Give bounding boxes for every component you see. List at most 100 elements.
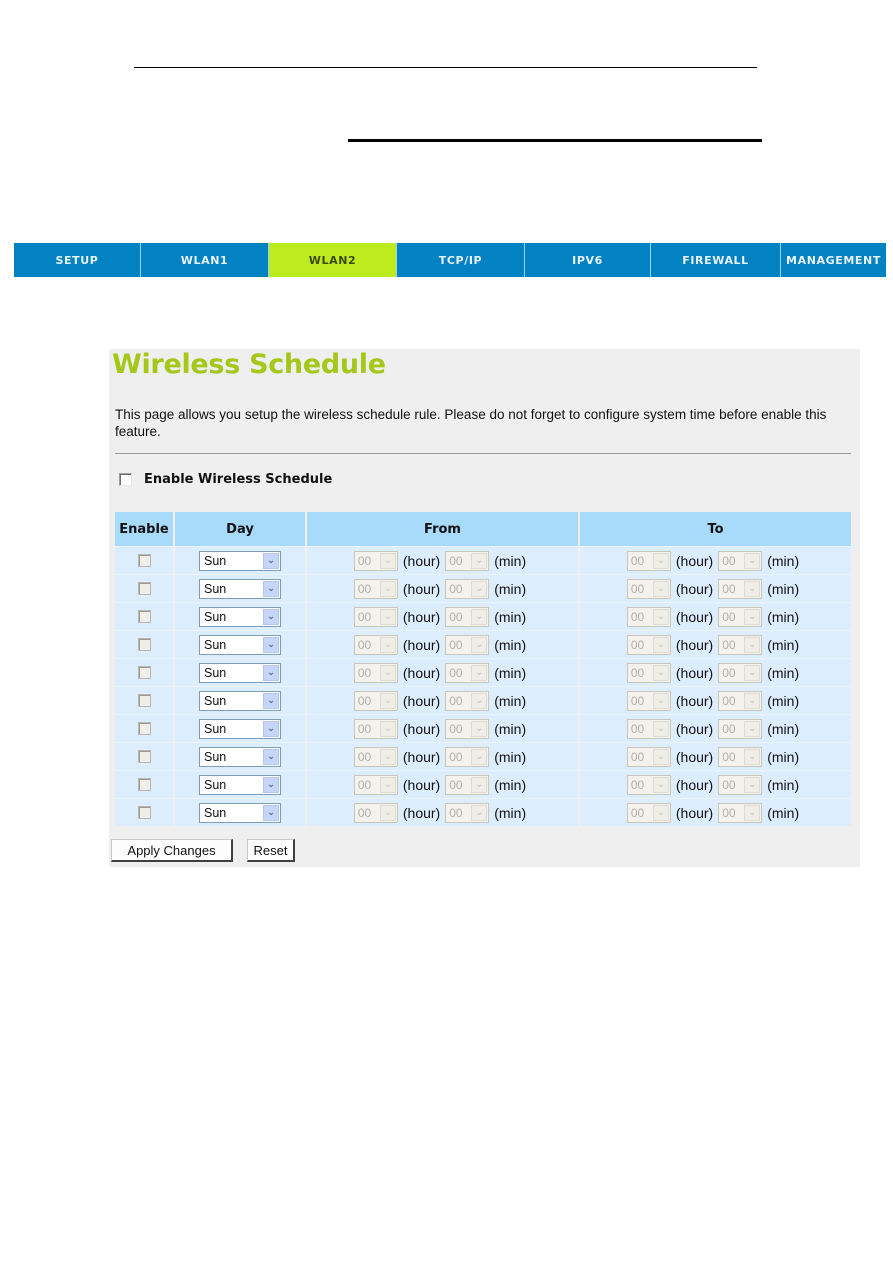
row-enable-checkbox[interactable] xyxy=(137,750,151,763)
min-unit-label: (min) xyxy=(767,580,800,597)
table-row: Sun ⌄ 00 ⌄ (hour) 00 ⌄ (min) 00 ⌄ (hour) 00 ⌄ (min) xyxy=(115,714,851,742)
day-select[interactable]: Sun ⌄ xyxy=(199,746,281,767)
to-hour-select[interactable]: 00 ⌄ xyxy=(626,550,671,571)
select-value: 00 xyxy=(722,609,736,624)
chevron-down-icon: ⌄ xyxy=(263,580,279,597)
row-enable-checkbox[interactable] xyxy=(137,666,151,679)
from-hour-select[interactable]: 00 ⌄ xyxy=(353,718,398,739)
table-row: Sun ⌄ 00 ⌄ (hour) 00 ⌄ (min) 00 ⌄ (hour) 00 ⌄ (min) xyxy=(115,630,851,658)
cell-day: Sun ⌄ xyxy=(175,658,305,686)
row-enable-checkbox[interactable] xyxy=(137,610,151,623)
select-value: 00 xyxy=(722,693,736,708)
hour-unit-label: (hour) xyxy=(675,552,714,569)
row-enable-checkbox[interactable] xyxy=(137,694,151,707)
to-hour-select[interactable]: 00 ⌄ xyxy=(626,690,671,711)
day-select[interactable]: Sun ⌄ xyxy=(199,606,281,627)
tab-wlan1[interactable]: WLAN1 xyxy=(141,243,269,277)
select-value: Sun xyxy=(204,637,227,652)
day-select[interactable]: Sun ⌄ xyxy=(199,718,281,739)
header-day: Day xyxy=(175,512,305,546)
to-hour-select[interactable]: 00 ⌄ xyxy=(626,746,671,767)
to-min-select[interactable]: 00 ⌄ xyxy=(718,802,763,823)
from-hour-select[interactable]: 00 ⌄ xyxy=(353,662,398,683)
chevron-down-icon: ⌄ xyxy=(379,552,396,569)
day-select[interactable]: Sun ⌄ xyxy=(199,774,281,795)
to-min-select[interactable]: 00 ⌄ xyxy=(718,634,763,655)
to-min-select[interactable]: 00 ⌄ xyxy=(718,690,763,711)
table-row: Sun ⌄ 00 ⌄ (hour) 00 ⌄ (min) 00 ⌄ (hour) 00 ⌄ (min) xyxy=(115,770,851,798)
to-hour-select[interactable]: 00 ⌄ xyxy=(626,774,671,795)
to-hour-select[interactable]: 00 ⌄ xyxy=(626,606,671,627)
tab-wlan2[interactable]: WLAN2 xyxy=(269,243,397,277)
day-select[interactable]: Sun ⌄ xyxy=(199,634,281,655)
table-header-row: Enable Day From To xyxy=(115,512,851,546)
day-select[interactable]: Sun ⌄ xyxy=(199,690,281,711)
from-min-select[interactable]: 00 ⌄ xyxy=(445,578,490,599)
from-min-select[interactable]: 00 ⌄ xyxy=(445,802,490,823)
day-select[interactable]: Sun ⌄ xyxy=(199,802,281,823)
reset-button[interactable]: Reset xyxy=(247,839,295,862)
day-select[interactable]: Sun ⌄ xyxy=(199,662,281,683)
to-min-select[interactable]: 00 ⌄ xyxy=(718,606,763,627)
table-row: Sun ⌄ 00 ⌄ (hour) 00 ⌄ (min) 00 ⌄ (hour) 00 ⌄ (min) xyxy=(115,742,851,770)
from-hour-select[interactable]: 00 ⌄ xyxy=(353,746,398,767)
chevron-down-icon: ⌄ xyxy=(263,636,279,653)
tab-management[interactable]: MANAGEMENT xyxy=(781,243,886,277)
select-value: 00 xyxy=(630,721,645,736)
to-min-select[interactable]: 00 ⌄ xyxy=(718,662,763,683)
cell-day: Sun ⌄ xyxy=(175,714,305,742)
tab-ipv6[interactable]: IPV6 xyxy=(525,243,651,277)
select-value: Sun xyxy=(204,805,227,820)
from-min-select[interactable]: 00 ⌄ xyxy=(445,746,490,767)
from-hour-select[interactable]: 00 ⌄ xyxy=(353,578,398,599)
from-hour-select[interactable]: 00 ⌄ xyxy=(353,802,398,823)
row-enable-checkbox[interactable] xyxy=(137,638,151,651)
select-value: Sun xyxy=(204,581,227,596)
hour-unit-label: (hour) xyxy=(675,692,714,709)
to-min-select[interactable]: 00 ⌄ xyxy=(718,718,763,739)
apply-changes-button[interactable]: Apply Changes xyxy=(111,839,233,862)
to-min-select[interactable]: 00 ⌄ xyxy=(718,578,763,599)
row-enable-checkbox[interactable] xyxy=(137,554,151,567)
hour-unit-label: (hour) xyxy=(675,748,714,765)
select-value: Sun xyxy=(204,665,227,680)
from-hour-select[interactable]: 00 ⌄ xyxy=(353,774,398,795)
to-min-select[interactable]: 00 ⌄ xyxy=(718,774,763,795)
from-hour-select[interactable]: 00 ⌄ xyxy=(353,634,398,655)
select-value: 00 xyxy=(630,609,645,624)
from-min-select[interactable]: 00 ⌄ xyxy=(445,634,490,655)
hour-unit-label: (hour) xyxy=(675,636,714,653)
row-enable-checkbox[interactable] xyxy=(137,582,151,595)
to-hour-select[interactable]: 00 ⌄ xyxy=(626,634,671,655)
from-min-select[interactable]: 00 ⌄ xyxy=(445,718,490,739)
day-select[interactable]: Sun ⌄ xyxy=(199,578,281,599)
row-enable-checkbox[interactable] xyxy=(137,806,151,819)
row-enable-checkbox[interactable] xyxy=(137,778,151,791)
to-hour-select[interactable]: 00 ⌄ xyxy=(626,718,671,739)
day-select[interactable]: Sun ⌄ xyxy=(199,550,281,571)
row-enable-checkbox[interactable] xyxy=(137,722,151,735)
enable-schedule-checkbox[interactable] xyxy=(119,473,132,486)
to-min-select[interactable]: 00 ⌄ xyxy=(718,746,763,767)
tab-firewall[interactable]: FIREWALL xyxy=(651,243,781,277)
from-min-select[interactable]: 00 ⌄ xyxy=(445,774,490,795)
select-value: 00 xyxy=(630,665,645,680)
from-min-select[interactable]: 00 ⌄ xyxy=(445,606,490,627)
select-value: 00 xyxy=(722,721,736,736)
tab-setup[interactable]: SETUP xyxy=(14,243,141,277)
from-hour-select[interactable]: 00 ⌄ xyxy=(353,690,398,711)
to-hour-select[interactable]: 00 ⌄ xyxy=(626,662,671,683)
to-hour-select[interactable]: 00 ⌄ xyxy=(626,802,671,823)
tab-tcpip[interactable]: TCP/IP xyxy=(397,243,525,277)
table-row: Sun ⌄ 00 ⌄ (hour) 00 ⌄ (min) 00 ⌄ (hour) 00 ⌄ (min) xyxy=(115,574,851,602)
from-min-select[interactable]: 00 ⌄ xyxy=(445,550,490,571)
to-hour-select[interactable]: 00 ⌄ xyxy=(626,578,671,599)
min-unit-label: (min) xyxy=(494,608,527,625)
from-min-select[interactable]: 00 ⌄ xyxy=(445,662,490,683)
from-hour-select[interactable]: 00 ⌄ xyxy=(353,606,398,627)
from-min-select[interactable]: 00 ⌄ xyxy=(445,690,490,711)
cell-from: 00 ⌄ (hour) 00 ⌄ (min) xyxy=(307,574,578,602)
from-hour-select[interactable]: 00 ⌄ xyxy=(353,550,398,571)
select-value: 00 xyxy=(357,581,372,596)
to-min-select[interactable]: 00 ⌄ xyxy=(718,550,763,571)
